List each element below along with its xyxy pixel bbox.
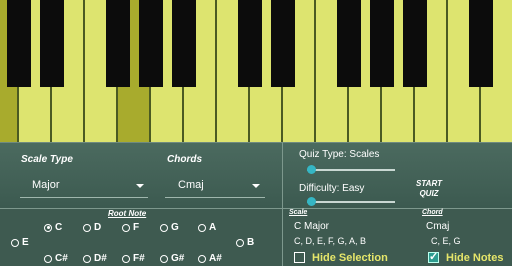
scale-type-dropdown[interactable]: Major <box>20 173 148 198</box>
quiz-type-label: Quiz Type: Scales <box>299 149 380 160</box>
radio-circle <box>160 254 168 263</box>
radio-label: E <box>22 237 29 248</box>
root-radio-d[interactable]: D <box>83 222 101 233</box>
root-radio-c[interactable]: C <box>44 222 62 233</box>
settings-panel: Scale Type Chords Major Cmaj <box>0 142 282 208</box>
root-radio-f[interactable]: F <box>122 222 139 233</box>
scale-type-label: Scale Type <box>21 154 73 165</box>
root-radio-d-sharp[interactable]: D# <box>83 253 107 264</box>
root-radio-b[interactable]: B <box>236 237 254 248</box>
root-radio-g-sharp[interactable]: G# <box>160 253 184 264</box>
radio-circle <box>44 254 52 263</box>
chords-value: Cmaj <box>178 179 204 191</box>
scale-notes: C, D, E, F, G, A, B <box>294 236 367 246</box>
radio-label: G# <box>171 253 185 264</box>
quiz-type-slider[interactable] <box>307 165 395 175</box>
black-key[interactable] <box>106 0 130 87</box>
chords-dropdown[interactable]: Cmaj <box>165 173 265 198</box>
slider-knob[interactable] <box>307 197 316 206</box>
hide-selection-checkbox[interactable]: Hide Selection <box>294 252 389 265</box>
black-key[interactable] <box>172 0 196 87</box>
radio-label: F <box>133 222 140 233</box>
dropdown-underline <box>20 197 148 198</box>
radio-circle <box>44 223 52 232</box>
radio-label: G <box>171 222 179 233</box>
root-radio-e[interactable]: E <box>11 237 29 248</box>
black-key[interactable] <box>469 0 493 87</box>
radio-circle <box>83 254 91 263</box>
radio-label: C# <box>55 253 68 264</box>
scale-chord-info-panel: Scale Chord C Major C, D, E, F, G, A, B … <box>282 208 512 266</box>
chord-header: Chord <box>422 209 443 216</box>
radio-circle <box>236 238 244 247</box>
slider-knob[interactable] <box>307 165 316 174</box>
radio-label: A# <box>209 253 222 264</box>
piano-keyboard[interactable] <box>0 0 512 142</box>
checkbox-box <box>294 252 305 263</box>
black-key[interactable] <box>337 0 361 87</box>
black-key[interactable] <box>271 0 295 87</box>
black-key[interactable] <box>40 0 64 87</box>
radio-circle <box>122 254 130 263</box>
hide-notes-label: Hide Notes <box>446 252 504 264</box>
radio-circle <box>122 223 130 232</box>
start-quiz-line2: QUIZ <box>419 189 439 198</box>
radio-circle <box>198 254 206 263</box>
chord-notes: C, E, G <box>431 236 461 246</box>
root-radio-f-sharp[interactable]: F# <box>122 253 145 264</box>
difficulty-label: Difficulty: Easy <box>299 183 365 194</box>
root-radio-a-sharp[interactable]: A# <box>198 253 222 264</box>
black-key[interactable] <box>370 0 394 87</box>
black-key[interactable] <box>7 0 31 87</box>
radio-circle <box>11 238 19 247</box>
start-quiz-button[interactable]: START QUIZ <box>409 179 449 203</box>
black-key[interactable] <box>238 0 262 87</box>
slider-track <box>307 201 395 203</box>
black-key[interactable] <box>139 0 163 87</box>
radio-circle <box>160 223 168 232</box>
radio-label: F# <box>133 253 145 264</box>
slider-track <box>307 169 395 171</box>
root-note-panel: Root Note C D F G A E B C# D# F# G# A# <box>0 208 282 266</box>
radio-label: A <box>209 222 217 233</box>
root-note-title: Root Note <box>108 209 147 218</box>
radio-circle <box>198 223 206 232</box>
black-key[interactable] <box>403 0 427 87</box>
radio-label: D# <box>94 253 107 264</box>
quiz-panel: Quiz Type: Scales Difficulty: Easy START… <box>282 142 512 208</box>
scale-header: Scale <box>289 209 308 216</box>
radio-label: C <box>55 222 63 233</box>
chevron-down-icon <box>136 184 144 188</box>
scale-name: C Major <box>294 221 330 232</box>
radio-circle <box>83 223 91 232</box>
chevron-down-icon <box>252 184 260 188</box>
radio-label: D <box>94 222 102 233</box>
start-quiz-line1: START <box>416 179 442 188</box>
scale-type-value: Major <box>32 179 60 191</box>
root-radio-a[interactable]: A <box>198 222 216 233</box>
chord-name: Cmaj <box>426 221 450 232</box>
difficulty-slider[interactable] <box>307 197 395 207</box>
hide-selection-label: Hide Selection <box>312 252 388 264</box>
root-radio-c-sharp[interactable]: C# <box>44 253 68 264</box>
radio-label: B <box>247 237 255 248</box>
checkbox-box <box>428 250 439 263</box>
hide-notes-checkbox[interactable]: Hide Notes <box>428 250 508 265</box>
dropdown-underline <box>165 197 265 198</box>
root-radio-g[interactable]: G <box>160 222 179 233</box>
chords-label: Chords <box>167 154 202 165</box>
